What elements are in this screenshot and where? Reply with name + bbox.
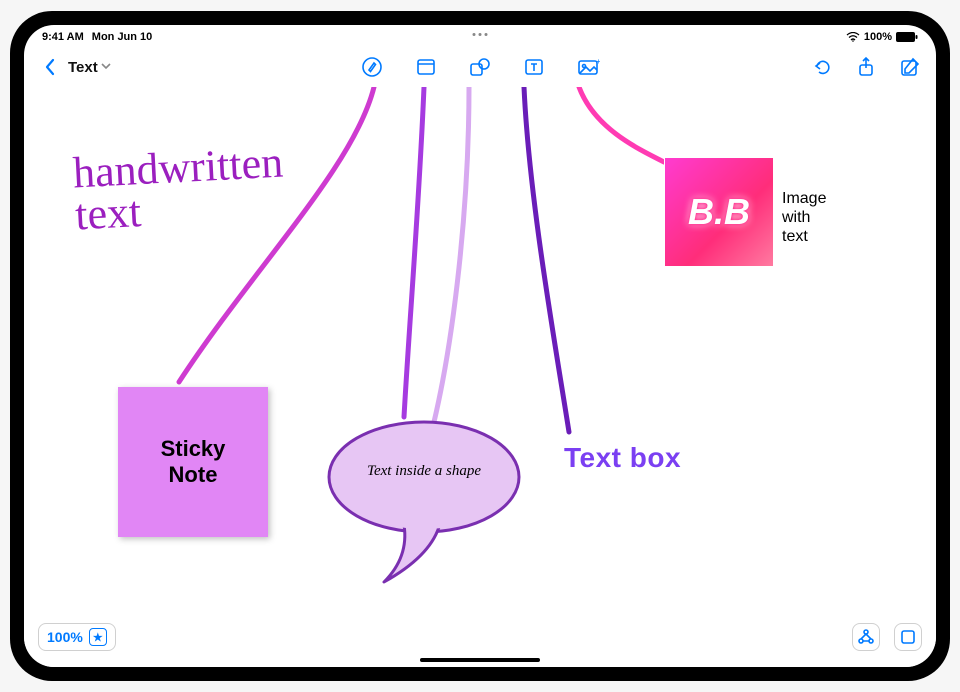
- status-bar: 9:41 AM Mon Jun 10 100%: [24, 25, 936, 47]
- status-time: 9:41 AM: [42, 31, 84, 43]
- zoom-control[interactable]: 100% ★: [38, 623, 116, 651]
- shape-inner-text: Text inside a shape: [324, 463, 524, 480]
- freeform-canvas[interactable]: handwritten text Sticky Note Text inside…: [24, 87, 936, 667]
- screen: 9:41 AM Mon Jun 10 100%: [24, 25, 936, 667]
- media-tool-button[interactable]: +: [576, 55, 600, 79]
- multitask-dots-icon[interactable]: [473, 33, 488, 36]
- undo-button[interactable]: [810, 55, 834, 79]
- shape-tool-button[interactable]: [468, 55, 492, 79]
- mini-map-button[interactable]: [894, 623, 922, 651]
- app-toolbar: Text +: [24, 47, 936, 87]
- share-button[interactable]: [854, 55, 878, 79]
- wifi-icon: [846, 32, 860, 42]
- board-title-dropdown[interactable]: Text: [68, 59, 112, 76]
- status-battery-pct: 100%: [864, 31, 892, 43]
- svg-text:+: +: [596, 57, 600, 66]
- home-indicator[interactable]: [420, 658, 540, 662]
- sticky-note-text: Sticky Note: [161, 436, 226, 488]
- board-title-label: Text: [68, 59, 98, 76]
- pen-tool-button[interactable]: [360, 55, 384, 79]
- handwritten-text[interactable]: handwritten text: [72, 142, 286, 236]
- favorites-icon[interactable]: ★: [89, 628, 107, 646]
- compose-button[interactable]: [898, 55, 922, 79]
- back-button[interactable]: [38, 55, 62, 79]
- text-box[interactable]: Text box: [564, 442, 681, 474]
- chevron-down-icon: [100, 59, 112, 76]
- status-date: Mon Jun 10: [92, 31, 153, 43]
- image-caption: Image with text: [782, 189, 826, 247]
- collaboration-button[interactable]: [852, 623, 880, 651]
- sticky-note-tool-button[interactable]: [414, 55, 438, 79]
- sticky-note[interactable]: Sticky Note: [118, 387, 268, 537]
- text-tool-button[interactable]: [522, 55, 546, 79]
- battery-icon: [896, 32, 918, 42]
- image-thumb-text: B.B: [688, 191, 750, 233]
- zoom-level-label: 100%: [47, 629, 83, 645]
- device-frame: 9:41 AM Mon Jun 10 100%: [10, 11, 950, 681]
- speech-bubble-shape[interactable]: Text inside a shape: [324, 417, 524, 587]
- image-object[interactable]: B.B: [664, 157, 774, 267]
